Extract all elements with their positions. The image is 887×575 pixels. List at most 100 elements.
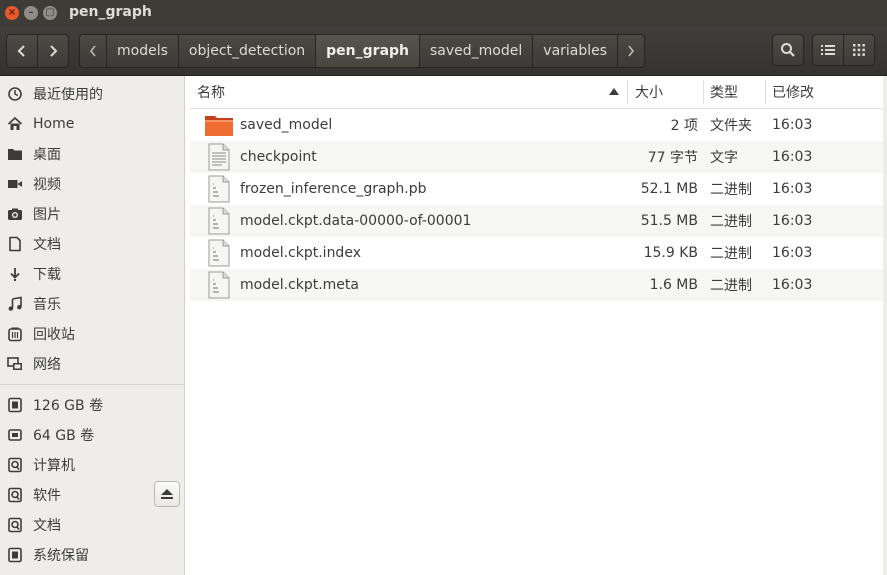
breadcrumb: models object_detection pen_graph saved_… [79, 34, 646, 68]
table-row[interactable]: checkpoint 77 字节 文字 16:03 [190, 141, 887, 173]
table-row[interactable]: saved_model 2 项 文件夹 16:03 [190, 109, 887, 141]
maximize-window-button[interactable]: ▢ [43, 6, 57, 20]
sidebar-item-label: 最近使用的 [33, 87, 103, 103]
forward-button[interactable] [37, 35, 68, 67]
drive-icon [7, 397, 23, 413]
file-type: 二进制 [710, 214, 752, 230]
chevron-left-icon [17, 45, 25, 57]
file-size: 77 字节 [647, 150, 698, 166]
home-icon [7, 116, 23, 132]
minimize-window-button[interactable]: – [24, 6, 38, 20]
sidebar-item-documents[interactable]: 文档 [0, 229, 184, 259]
breadcrumb-scroll-left[interactable] [80, 35, 106, 67]
back-button[interactable] [7, 35, 37, 67]
folder-icon [7, 146, 23, 162]
column-header-type[interactable]: 类型 [710, 76, 765, 108]
file-type: 二进制 [710, 278, 752, 294]
sidebar-item-trash[interactable]: 回收站 [0, 319, 184, 349]
binary-file-icon [208, 207, 230, 235]
column-separator [703, 80, 704, 104]
search-icon [781, 43, 795, 57]
sidebar-item-label: Home [33, 116, 75, 132]
breadcrumb-pen-graph[interactable]: pen_graph [315, 35, 420, 67]
sidebar-item-label: 126 GB 卷 [33, 398, 104, 414]
file-size: 15.9 KB [643, 245, 698, 261]
eject-button[interactable] [154, 481, 180, 507]
breadcrumb-scroll-right[interactable] [617, 35, 645, 67]
sidebar-device-system-reserved[interactable]: 系统保留 [0, 540, 184, 570]
sidebar-item-label: 计算机 [33, 458, 75, 474]
column-header-modified[interactable]: 已修改 [772, 76, 882, 108]
sidebar-item-network[interactable]: 网络 [0, 349, 184, 379]
column-header-name[interactable]: 名称 [197, 76, 627, 108]
sidebar-device-126gb[interactable]: 126 GB 卷 [0, 390, 184, 420]
close-window-button[interactable]: × [5, 6, 19, 20]
document-icon [7, 236, 23, 252]
table-row[interactable]: frozen_inference_graph.pb 52.1 MB 二进制 16… [190, 173, 887, 205]
sidebar-item-downloads[interactable]: 下载 [0, 259, 184, 289]
sidebar-item-label: 网络 [33, 357, 61, 373]
music-icon [7, 296, 23, 312]
sidebar-item-label: 系统保留 [33, 548, 89, 564]
table-row[interactable]: model.ckpt.index 15.9 KB 二进制 16:03 [190, 237, 887, 269]
file-modified: 16:03 [772, 181, 813, 197]
sidebar-device-documents[interactable]: 文档 [0, 510, 184, 540]
sidebar-item-recent[interactable]: 最近使用的 [0, 79, 184, 109]
network-icon [7, 356, 23, 372]
sidebar-item-videos[interactable]: 视频 [0, 169, 184, 199]
chevron-left-icon [89, 45, 96, 57]
breadcrumb-variables[interactable]: variables [532, 35, 618, 67]
list-view-icon [821, 45, 835, 55]
breadcrumb-saved-model[interactable]: saved_model [419, 35, 533, 67]
table-row[interactable]: model.ckpt.meta 1.6 MB 二进制 16:03 [190, 269, 887, 301]
chevron-right-icon [628, 45, 635, 57]
drive-icon [7, 547, 23, 563]
column-separator [765, 80, 766, 104]
sidebar-item-label: 视频 [33, 177, 61, 193]
sidebar-device-computer[interactable]: 计算机 [0, 450, 184, 480]
table-row[interactable]: model.ckpt.data-00000-of-00001 51.5 MB 二… [190, 205, 887, 237]
grid-view-icon [853, 44, 865, 56]
sidebar: 最近使用的 Home 桌面 视频 图片 文档 下载 音乐 回收站 网络 126 … [0, 76, 185, 575]
title-bar: × – ▢ pen_graph [0, 0, 887, 27]
file-name: saved_model [240, 117, 333, 133]
history-nav [6, 34, 69, 68]
file-name: model.ckpt.meta [240, 277, 359, 293]
drive-icon [7, 517, 23, 533]
sidebar-item-desktop[interactable]: 桌面 [0, 139, 184, 169]
sidebar-item-music[interactable]: 音乐 [0, 289, 184, 319]
list-header: 名称 大小 类型 已修改 [190, 76, 887, 109]
usb-drive-icon [7, 427, 23, 443]
binary-file-icon [208, 175, 230, 203]
search-button[interactable] [772, 34, 804, 66]
list-view-button[interactable] [812, 34, 844, 66]
folder-icon [205, 116, 233, 136]
computer-drive-icon [7, 457, 23, 473]
drive-icon [7, 487, 23, 503]
file-modified: 16:03 [772, 245, 813, 261]
file-name: checkpoint [240, 149, 317, 165]
sidebar-item-pictures[interactable]: 图片 [0, 199, 184, 229]
toolbar: models object_detection pen_graph saved_… [0, 27, 887, 76]
grid-view-button[interactable] [843, 34, 875, 66]
sidebar-item-label: 64 GB 卷 [33, 428, 95, 444]
file-type: 二进制 [710, 182, 752, 198]
column-header-size[interactable]: 大小 [635, 76, 703, 108]
breadcrumb-object-detection[interactable]: object_detection [177, 35, 316, 67]
file-name: model.ckpt.data-00000-of-00001 [240, 213, 472, 229]
download-icon [7, 266, 23, 282]
sidebar-item-home[interactable]: Home [0, 109, 184, 139]
file-size: 52.1 MB [640, 181, 698, 197]
sidebar-item-label: 软件 [33, 488, 61, 504]
sidebar-item-label: 文档 [33, 518, 61, 534]
trash-icon [7, 326, 23, 342]
sidebar-item-label: 音乐 [33, 297, 61, 313]
sidebar-item-label: 回收站 [33, 327, 75, 343]
file-type: 文字 [710, 150, 738, 166]
column-separator [627, 80, 628, 104]
sidebar-item-label: 文档 [33, 237, 61, 253]
breadcrumb-models[interactable]: models [106, 35, 178, 67]
sidebar-device-64gb[interactable]: 64 GB 卷 [0, 420, 184, 450]
file-name: frozen_inference_graph.pb [240, 181, 427, 197]
video-icon [7, 176, 23, 192]
